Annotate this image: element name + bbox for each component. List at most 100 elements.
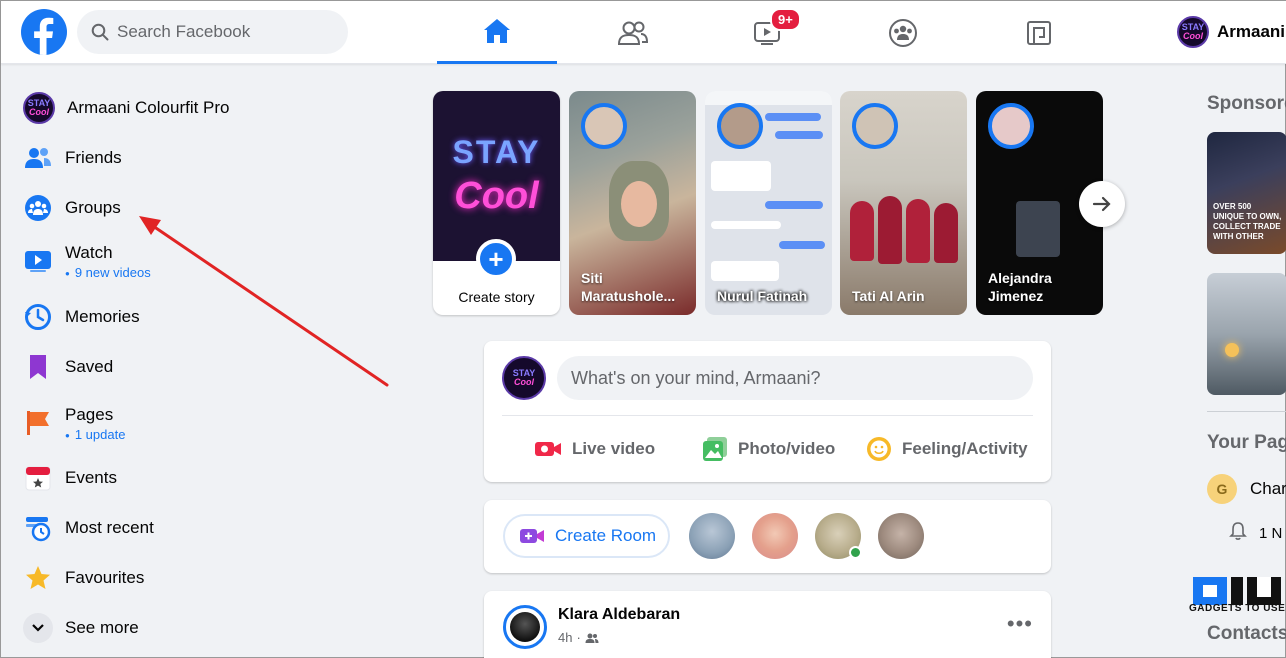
composer-input[interactable] — [557, 356, 1033, 400]
chat-bubble — [775, 131, 823, 139]
chat-bubble — [711, 161, 771, 191]
profile-avatar: STAY Cool — [1177, 16, 1209, 48]
sidebar-item-pages[interactable]: Pages 1 update — [9, 395, 349, 451]
ad-text: OVER 500 UNIQUE TO OWN, COLLECT TRADE WI… — [1213, 202, 1282, 241]
audience-friends-icon — [585, 633, 599, 643]
page-name[interactable]: Char — [1250, 479, 1286, 499]
profile-name: Armaani — [1217, 22, 1286, 41]
story-name: Alejandra Jimenez — [988, 270, 1052, 304]
tab-groups[interactable] — [843, 1, 963, 64]
friends-nav-icon — [617, 21, 649, 45]
chat-bubble — [711, 261, 779, 281]
post-author-name[interactable]: Klara Aldebaran — [558, 606, 680, 624]
sidebar-item-most-recent[interactable]: Most recent — [9, 503, 349, 553]
story-card[interactable]: Tati Al Arin — [840, 91, 967, 315]
chat-bubble — [711, 221, 781, 229]
story-name: Tati Al Arin — [852, 288, 925, 304]
page-avatar[interactable]: G — [1207, 474, 1237, 504]
smiley-icon — [867, 437, 891, 461]
page-notification-text[interactable]: 1 N — [1259, 525, 1282, 542]
tab-watch[interactable]: 9+ — [708, 1, 828, 64]
story-thumbnail — [906, 199, 930, 263]
tab-friends[interactable] — [573, 1, 693, 64]
chevron-down-icon — [23, 613, 53, 643]
post-composer: STAY Cool Live video Photo/video Feeling… — [484, 341, 1051, 482]
contact-avatar[interactable] — [752, 513, 798, 559]
story-thumbnail — [934, 203, 958, 263]
feed-post: Klara Aldebaran 4h · ••• — [484, 591, 1051, 658]
create-story-card[interactable]: STAY Cool + Create story — [433, 91, 560, 315]
sidebar-item-watch[interactable]: Watch 9 new videos — [9, 233, 349, 289]
friends-icon — [23, 143, 53, 173]
search-icon — [91, 23, 109, 41]
story-card[interactable]: Siti Maratushole... — [569, 91, 696, 315]
sidebar-item-friends[interactable]: Friends — [9, 133, 349, 183]
story-thumbnail-face — [621, 181, 657, 227]
contacts-heading: Contacts — [1207, 623, 1286, 644]
your-pages-heading: Your Pages — [1207, 432, 1286, 453]
feeling-activity-button[interactable]: Feeling/Activity — [866, 429, 1028, 469]
story-name: Nurul Fatinah — [717, 288, 808, 304]
more-options-icon[interactable]: ••• — [1007, 611, 1033, 637]
story-thumbnail — [878, 196, 902, 264]
sidebar-item-label: Events — [65, 468, 117, 487]
story-thumbnail-topbar — [705, 91, 832, 105]
sidebar-item-saved[interactable]: Saved — [9, 342, 349, 392]
sidebar-item-see-more[interactable]: See more — [9, 603, 349, 653]
lantern-glow — [1225, 343, 1239, 357]
most-recent-icon — [23, 513, 53, 543]
sidebar-item-label: Favourites — [65, 568, 145, 587]
saved-icon — [23, 352, 53, 382]
online-status-dot — [849, 546, 862, 559]
sidebar-item-memories[interactable]: Memories — [9, 292, 349, 342]
photo-icon — [703, 437, 727, 461]
chat-bubble — [765, 113, 821, 121]
facebook-logo[interactable] — [21, 9, 67, 55]
story-avatar — [717, 103, 763, 149]
watch-icon — [23, 246, 53, 276]
sponsored-heading: Sponsored — [1207, 93, 1286, 114]
live-video-button[interactable]: Live video — [534, 429, 655, 469]
sidebar-item-label: Most recent — [65, 518, 154, 537]
sidebar-item-groups[interactable]: Groups — [9, 183, 349, 233]
sidebar-item-label: Armaani Colourfit Pro — [67, 98, 230, 117]
sponsored-ad-image[interactable] — [1207, 273, 1286, 395]
sidebar-item-label: Friends — [65, 148, 122, 167]
post-timestamp[interactable]: 4h · — [558, 630, 599, 645]
sidebar-item-events[interactable]: Events — [9, 453, 349, 503]
post-author-avatar[interactable] — [503, 605, 547, 649]
sidebar-item-label: Watch — [65, 242, 113, 262]
contact-avatar[interactable] — [878, 513, 924, 559]
create-room-button[interactable]: Create Room — [503, 514, 670, 558]
sidebar-item-favourites[interactable]: Favourites — [9, 553, 349, 603]
story-avatar — [581, 103, 627, 149]
story-card[interactable]: Nurul Fatinah — [705, 91, 832, 315]
memories-icon — [23, 302, 53, 332]
avatar-image — [510, 612, 540, 642]
plus-icon: + — [476, 239, 516, 279]
profile-chip[interactable]: STAY Cool Armaani — [1177, 13, 1285, 51]
contact-avatar[interactable] — [689, 513, 735, 559]
facebook-logo-icon — [34, 17, 54, 55]
sidebar-item-subtext: 9 new videos — [65, 265, 151, 280]
sidebar-item-label: Memories — [65, 307, 140, 326]
stories-next-button[interactable] — [1079, 181, 1125, 227]
sidebar-item-label: See more — [65, 618, 139, 637]
groups-icon — [23, 193, 53, 223]
favourites-icon — [23, 563, 53, 593]
watch-notification-badge: 9+ — [770, 8, 801, 31]
search-input[interactable] — [117, 22, 317, 42]
watermark-text: GADGETS TO USE — [1189, 603, 1286, 614]
sponsored-ad-image[interactable]: OVER 500 UNIQUE TO OWN, COLLECT TRADE WI… — [1207, 132, 1286, 254]
bell-icon — [1229, 522, 1247, 540]
rooms-bar: Create Room — [484, 500, 1051, 573]
search-box[interactable] — [77, 10, 348, 54]
tab-home[interactable] — [437, 1, 557, 64]
photo-video-button[interactable]: Photo/video — [702, 429, 835, 469]
arrow-right-icon — [1092, 196, 1111, 212]
story-name: Siti Maratushole... — [581, 270, 676, 304]
story-thumbnail — [850, 201, 874, 261]
tab-gaming[interactable] — [979, 1, 1099, 64]
groups-nav-icon — [889, 18, 917, 47]
sidebar-item-profile[interactable]: STAY Cool Armaani Colourfit Pro — [9, 83, 349, 133]
